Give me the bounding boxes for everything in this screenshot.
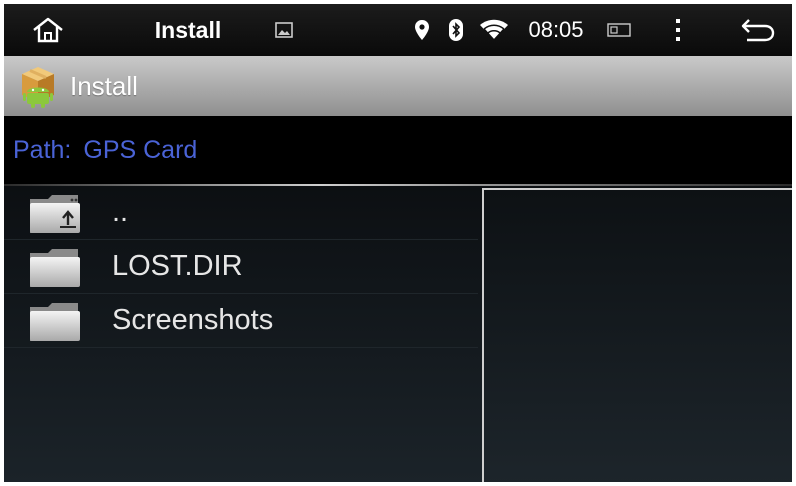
screen: Install 08:05 Install Path: GPS Card .. …	[4, 4, 792, 482]
folder-icon	[28, 247, 82, 289]
battery-icon	[602, 4, 636, 56]
path-label: Path:	[13, 135, 72, 164]
file-name: Screenshots	[112, 304, 274, 336]
file-item-screenshots[interactable]: Screenshots	[4, 294, 478, 348]
gallery-icon	[272, 4, 296, 56]
bluetooth-icon	[444, 4, 468, 56]
folder-up-icon	[28, 193, 82, 235]
clock: 08:05	[528, 17, 584, 42]
android-package-icon	[18, 64, 58, 108]
page-title: Install	[70, 70, 138, 101]
file-name: ..	[112, 196, 129, 228]
folder-icon	[28, 301, 82, 343]
title-bar: Install	[4, 56, 792, 116]
overflow-menu-icon[interactable]	[666, 4, 690, 56]
file-name: LOST.DIR	[112, 250, 243, 282]
status-bar: Install 08:05	[4, 4, 792, 56]
back-icon[interactable]	[732, 4, 782, 56]
file-browser: .. LOST.DIR Screenshots	[4, 184, 792, 482]
status-bar-title: Install	[154, 16, 222, 43]
wifi-icon	[476, 4, 512, 56]
preview-pane	[482, 188, 792, 482]
location-icon	[410, 4, 434, 56]
file-list: .. LOST.DIR Screenshots	[4, 186, 478, 348]
file-item-lost-dir[interactable]: LOST.DIR	[4, 240, 478, 294]
home-icon[interactable]	[22, 4, 74, 56]
path-breadcrumb: Path: GPS Card	[4, 116, 792, 184]
file-item-parent[interactable]: ..	[4, 186, 478, 240]
path-value: GPS Card	[83, 135, 198, 164]
